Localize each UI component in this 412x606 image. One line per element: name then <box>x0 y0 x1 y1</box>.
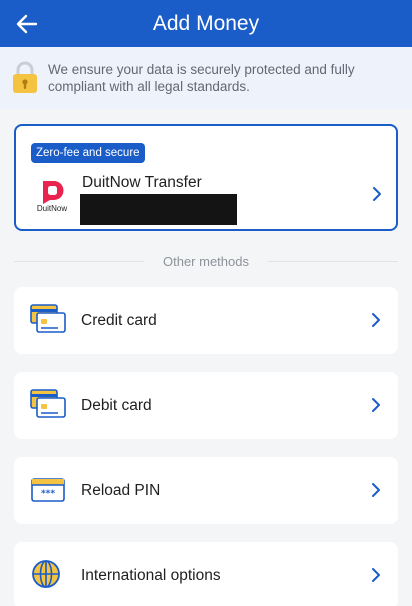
page-title: Add Money <box>152 12 260 35</box>
credit-card-label: Credit card <box>81 312 157 329</box>
lock-icon <box>13 61 37 93</box>
chevron-right-icon <box>372 483 380 497</box>
debit-card-icon <box>30 389 66 418</box>
international-options-option[interactable]: International options <box>14 542 398 606</box>
credit-card-option[interactable]: Credit card <box>14 287 398 354</box>
duitnow-logo-icon <box>43 181 64 204</box>
debit-card-label: Debit card <box>81 397 152 414</box>
divider-line-right <box>268 261 398 262</box>
globe-icon <box>32 560 60 588</box>
chevron-right-icon <box>372 313 380 327</box>
app-header: Add Money <box>0 0 412 47</box>
debit-card-option[interactable]: Debit card <box>14 372 398 439</box>
reload-pin-option[interactable]: *** Reload PIN <box>14 457 398 524</box>
chevron-right-icon <box>373 187 381 201</box>
security-notice-text: We ensure your data is securely protecte… <box>48 62 355 94</box>
redacted-account-number <box>80 194 237 225</box>
chevron-right-icon <box>372 398 380 412</box>
svg-text:***: *** <box>41 489 55 499</box>
security-notice: We ensure your data is securely protecte… <box>0 47 412 109</box>
international-options-label: International options <box>81 567 221 584</box>
duitnow-transfer-option[interactable]: Zero-fee and secure DuitNow DuitNow Tran… <box>14 124 398 231</box>
duitnow-logo: DuitNow <box>30 178 74 214</box>
duitnow-title: DuitNow Transfer <box>82 174 202 191</box>
reload-pin-icon: *** <box>31 478 65 502</box>
chevron-right-icon <box>372 568 380 582</box>
credit-card-icon <box>30 304 66 333</box>
duitnow-logo-text: DuitNow <box>36 204 68 213</box>
zero-fee-badge: Zero-fee and secure <box>31 143 145 163</box>
reload-pin-label: Reload PIN <box>81 482 161 499</box>
